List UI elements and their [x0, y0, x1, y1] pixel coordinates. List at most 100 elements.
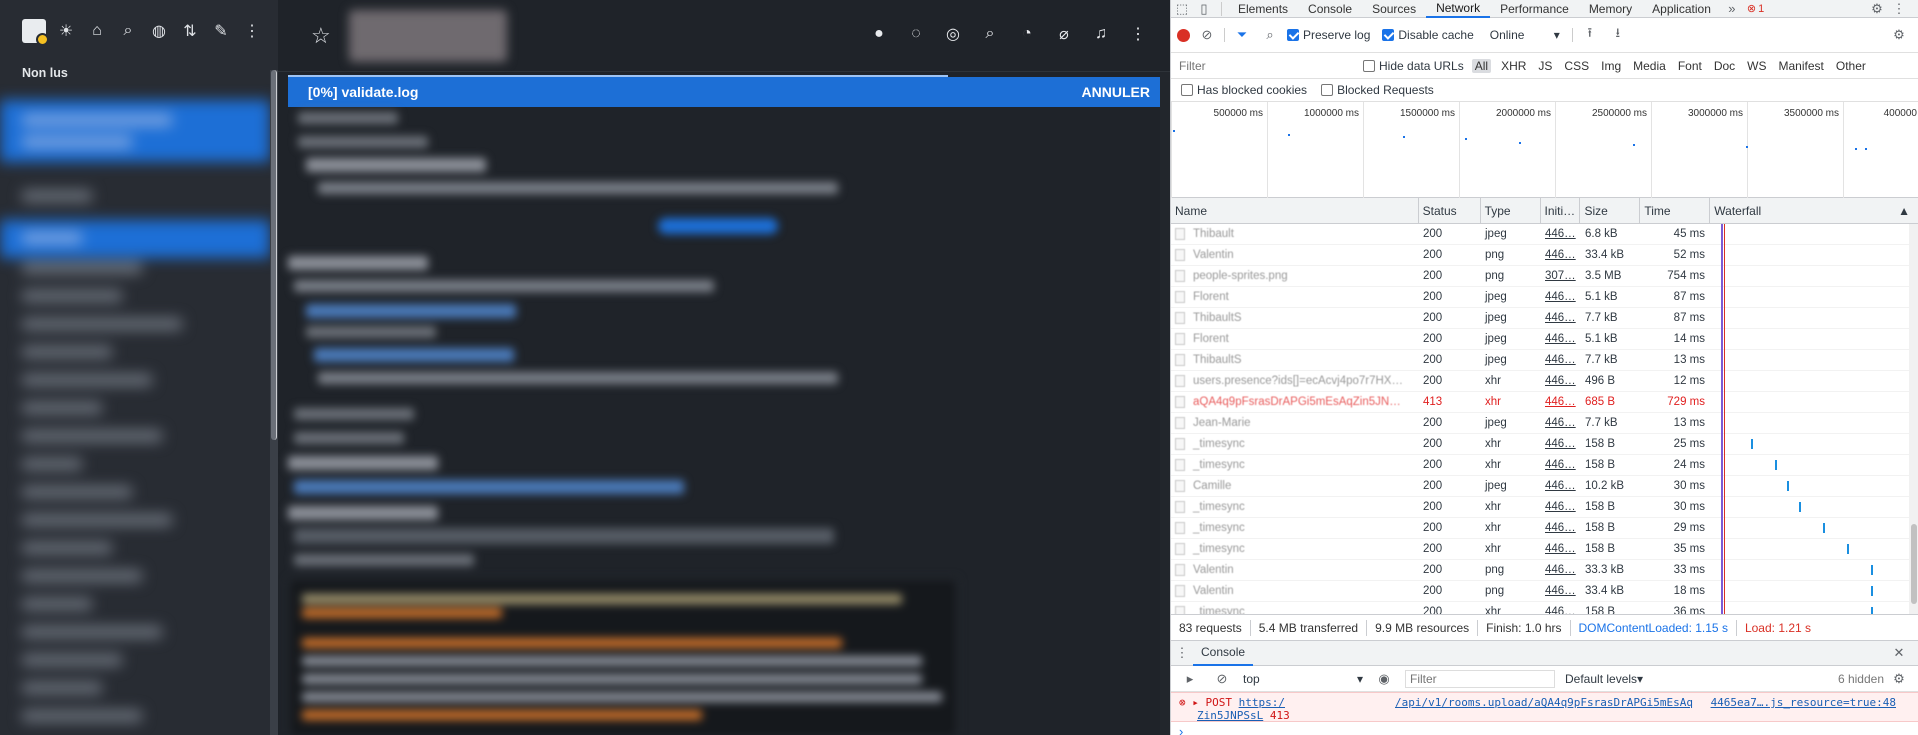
request-initiator[interactable]: 446… — [1541, 602, 1581, 614]
kebab-icon[interactable]: ⋮ — [1126, 22, 1150, 46]
sidebar-toggle-icon[interactable]: ▸ — [1179, 670, 1201, 688]
request-initiator[interactable]: 446… — [1541, 392, 1581, 413]
close-drawer-icon[interactable]: ✕ — [1888, 644, 1910, 662]
export-har-icon[interactable]: ⭳ — [1607, 25, 1629, 44]
edit-icon[interactable]: ✎ — [210, 20, 232, 42]
request-row[interactable]: aQA4q9pFsrasDrAPGi5mEsAqZin5JN… 413 xhr 446… — [1171, 392, 1918, 413]
request-row[interactable]: users.presence?ids[]=ecAcvj4po7r7HX… 200 x… — [1171, 371, 1918, 392]
globe-icon[interactable]: ◍ — [148, 20, 170, 42]
sidebar-scrollbar[interactable] — [270, 70, 278, 735]
import-har-icon[interactable]: ⭱ — [1579, 25, 1601, 44]
column-status[interactable]: Status — [1419, 197, 1481, 224]
request-row[interactable]: _timesync 200 xhr 446… 158 B 29 ms — [1171, 518, 1918, 539]
inspect-icon[interactable]: ⬚ — [1171, 0, 1193, 18]
column-initiator[interactable]: Initi… — [1541, 197, 1581, 224]
column-time[interactable]: Time — [1640, 197, 1711, 224]
filter-input[interactable] — [1175, 56, 1355, 75]
expand-triangle-icon[interactable]: ▸ — [1192, 696, 1199, 709]
type-xhr[interactable]: XHR — [1499, 59, 1528, 73]
request-row[interactable]: Valentin 200 png 446… 33.4 kB 52 ms — [1171, 245, 1918, 266]
request-row[interactable]: _timesync 200 xhr 446… 158 B 35 ms — [1171, 539, 1918, 560]
filter-icon[interactable]: ⏷ — [1231, 26, 1253, 44]
column-type[interactable]: Type — [1481, 197, 1541, 224]
type-img[interactable]: Img — [1599, 59, 1623, 73]
request-row[interactable]: _timesync 200 xhr 446… 158 B 36 ms — [1171, 602, 1918, 614]
request-initiator[interactable]: 446… — [1541, 350, 1581, 371]
tab-application[interactable]: Application — [1642, 0, 1721, 18]
request-initiator[interactable]: 446… — [1541, 476, 1581, 497]
request-row[interactable]: Valentin 200 png 446… 33.3 kB 33 ms — [1171, 560, 1918, 581]
device-toolbar-icon[interactable]: ▯ — [1193, 0, 1215, 18]
error-url-start[interactable]: https:/ — [1239, 696, 1285, 709]
console-filter-input[interactable] — [1405, 669, 1555, 688]
customize-icon[interactable]: ⋮ — [1888, 0, 1910, 18]
error-source-link[interactable]: 4465ea7….js_resource=true:48 — [1711, 696, 1896, 709]
error-url-path[interactable]: /api/v1/rooms.upload/aQA4q9pFsrasDrAPGi5… — [1395, 696, 1693, 709]
request-initiator[interactable]: 446… — [1541, 413, 1581, 434]
log-levels-select[interactable]: Default levels ▾ — [1565, 672, 1643, 686]
request-row[interactable]: ThibaultS 200 jpeg 446… 7.7 kB 87 ms — [1171, 308, 1918, 329]
request-initiator[interactable]: 446… — [1541, 308, 1581, 329]
has-blocked-cookies-checkbox[interactable]: Has blocked cookies — [1181, 83, 1307, 97]
request-row[interactable]: Thibault 200 jpeg 446… 6.8 kB 45 ms — [1171, 224, 1918, 245]
type-other[interactable]: Other — [1834, 59, 1868, 73]
network-settings-icon[interactable]: ⚙ — [1888, 26, 1910, 44]
request-initiator[interactable]: 446… — [1541, 329, 1581, 350]
request-initiator[interactable]: 446… — [1541, 287, 1581, 308]
request-row[interactable]: Florent 200 jpeg 446… 5.1 kB 14 ms — [1171, 329, 1918, 350]
request-row[interactable]: Camille 200 jpeg 446… 10.2 kB 30 ms — [1171, 476, 1918, 497]
type-manifest[interactable]: Manifest — [1777, 59, 1826, 73]
preserve-log-checkbox[interactable]: Preserve log — [1287, 28, 1370, 42]
settings-icon[interactable]: ⚙ — [1866, 0, 1888, 18]
user-avatar[interactable] — [22, 19, 49, 46]
search-icon[interactable]: ⌕ — [1259, 26, 1281, 44]
error-counter[interactable]: ⊗ 1 — [1747, 2, 1764, 16]
request-initiator[interactable]: 446… — [1541, 539, 1581, 560]
cancel-upload-button[interactable]: ANNULER — [1082, 84, 1150, 100]
tab-sources[interactable]: Sources — [1362, 0, 1426, 18]
attachment-icon[interactable]: ⌀ — [1052, 22, 1076, 46]
console-prompt[interactable]: › — [1171, 722, 1918, 735]
column-size[interactable]: Size — [1580, 197, 1641, 224]
request-initiator[interactable]: 446… — [1541, 560, 1581, 581]
request-row[interactable]: ThibaultS 200 jpeg 446… 7.7 kB 13 ms — [1171, 350, 1918, 371]
request-row[interactable]: _timesync 200 xhr 446… 158 B 25 ms — [1171, 434, 1918, 455]
request-row[interactable]: Valentin 200 png 446… 33.4 kB 18 ms — [1171, 581, 1918, 602]
drawer-tab-console[interactable]: Console — [1193, 640, 1254, 666]
tab-memory[interactable]: Memory — [1579, 0, 1642, 18]
type-font[interactable]: Font — [1676, 59, 1704, 73]
record-icon[interactable] — [1177, 28, 1190, 42]
discussion-icon[interactable]: ◌ — [904, 22, 928, 46]
request-initiator[interactable]: 446… — [1541, 434, 1581, 455]
table-scrollbar[interactable] — [1911, 524, 1917, 604]
request-initiator[interactable]: 307… — [1541, 266, 1581, 287]
console-settings-icon[interactable]: ⚙ — [1888, 670, 1910, 688]
request-row[interactable]: _timesync 200 xhr 446… 158 B 24 ms — [1171, 455, 1918, 476]
tab-console[interactable]: Console — [1298, 0, 1362, 18]
request-initiator[interactable]: 446… — [1541, 455, 1581, 476]
chat-icon[interactable]: ● — [867, 22, 891, 46]
sun-icon[interactable]: ☀ — [55, 20, 77, 42]
request-initiator[interactable]: 446… — [1541, 581, 1581, 602]
requests-table-body[interactable]: Thibault 200 jpeg 446… 6.8 kB 45 ms Valentin 20… — [1171, 224, 1918, 614]
type-css[interactable]: CSS — [1562, 59, 1591, 73]
type-ws[interactable]: WS — [1745, 59, 1768, 73]
request-initiator[interactable]: 446… — [1541, 518, 1581, 539]
clear-console-icon[interactable]: ⊘ — [1211, 670, 1233, 688]
request-initiator[interactable]: 446… — [1541, 224, 1581, 245]
search-icon[interactable]: ⌕ — [117, 20, 139, 42]
favorite-star-icon[interactable]: ☆ — [311, 23, 341, 49]
type-doc[interactable]: Doc — [1712, 59, 1737, 73]
request-row[interactable]: people-sprites.png 200 png 307… 3.5 MB 754 ms — [1171, 266, 1918, 287]
members-icon[interactable]: ◔ — [1015, 22, 1039, 46]
context-select[interactable]: top ▾ — [1243, 672, 1363, 686]
sort-icon[interactable]: ⇅ — [179, 20, 201, 42]
drawer-menu-icon[interactable]: ⋮ — [1171, 644, 1193, 662]
clear-icon[interactable]: ⊘ — [1196, 26, 1218, 44]
live-expression-icon[interactable]: ◉ — [1373, 670, 1395, 688]
search-icon[interactable]: ⌕ — [978, 22, 1002, 46]
blocked-requests-checkbox[interactable]: Blocked Requests — [1321, 83, 1434, 97]
console-error-message[interactable]: ⊗ ▸ POST https:/ /api/v1/rooms.upload/aQ… — [1171, 692, 1918, 722]
hide-data-urls-checkbox[interactable]: Hide data URLs — [1363, 59, 1464, 73]
request-row[interactable]: _timesync 200 xhr 446… 158 B 30 ms — [1171, 497, 1918, 518]
